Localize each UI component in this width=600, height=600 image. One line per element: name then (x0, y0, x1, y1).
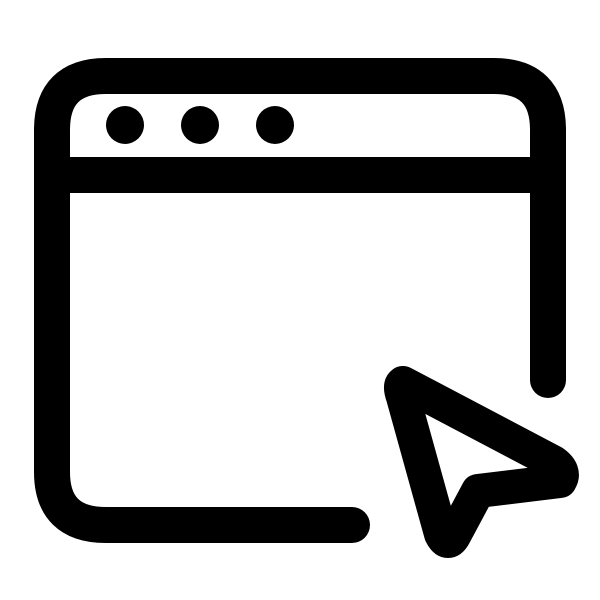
browser-window-cursor-icon (34, 58, 579, 558)
window-dot-icon (256, 106, 294, 144)
cursor-arrow-icon (384, 366, 579, 558)
window-dot-icon (181, 106, 219, 144)
icon-canvas (0, 0, 600, 600)
window-dot-icon (106, 106, 144, 144)
